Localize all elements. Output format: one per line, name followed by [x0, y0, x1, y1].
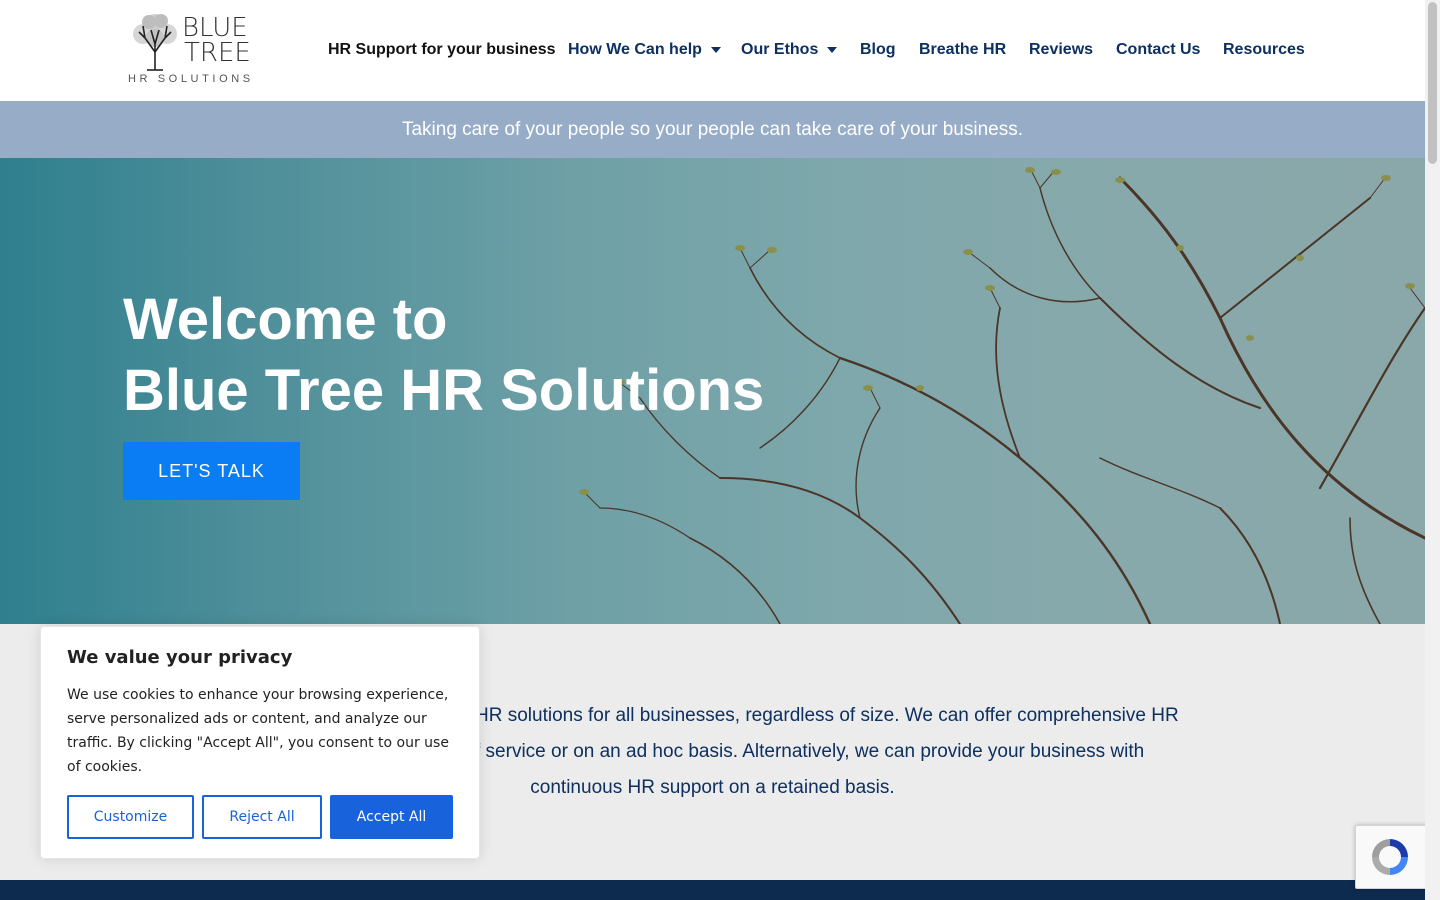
nav-reviews[interactable]: Reviews [1029, 38, 1093, 62]
hero-title-line2: Blue Tree HR Solutions [123, 358, 765, 423]
caret-down-icon [710, 46, 721, 53]
accept-all-button[interactable]: Accept All [330, 795, 453, 839]
recaptcha-badge[interactable] [1355, 825, 1436, 889]
nav-label: HR Support for your business [328, 41, 556, 58]
hero-title: Welcome to Blue Tree HR Solutions [123, 284, 764, 426]
nav-hr-support[interactable]: HR Support for your business [328, 38, 556, 62]
nav-breathe-hr[interactable]: Breathe HR [919, 38, 1006, 62]
nav-label: Resources [1223, 41, 1305, 58]
hero-title-line1: Welcome to [123, 287, 448, 352]
logo-subtitle: HR SOLUTIONS [128, 73, 254, 85]
page: BLUE TREE HR SOLUTIONS HR Support for yo… [0, 0, 1425, 900]
tagline-banner: Taking care of your people so your peopl… [0, 101, 1425, 158]
page-scrollbar[interactable] [1425, 0, 1440, 900]
nav-blog[interactable]: Blog [860, 38, 896, 62]
lets-talk-button[interactable]: LET'S TALK [123, 442, 300, 500]
nav-contact-us[interactable]: Contact Us [1116, 38, 1200, 62]
nav-label: How We Can help [568, 41, 702, 58]
scrollbar-thumb[interactable] [1428, 2, 1437, 164]
nav-our-ethos[interactable]: Our Ethos [741, 38, 838, 62]
nav-label: Our Ethos [741, 41, 819, 58]
caret-down-icon [827, 46, 838, 53]
recaptcha-icon [1372, 839, 1408, 875]
nav-label: Contact Us [1116, 41, 1201, 58]
hero-section: Welcome to Blue Tree HR Solutions LET'S … [0, 158, 1425, 624]
nav-resources[interactable]: Resources [1223, 38, 1305, 62]
footer-band [0, 880, 1425, 900]
logo-text-tree: TREE [184, 38, 251, 68]
site-header: BLUE TREE HR SOLUTIONS HR Support for yo… [0, 0, 1425, 102]
tree-logo-icon [133, 14, 177, 71]
nav-label: Breathe HR [919, 41, 1007, 58]
nav-label: Blog [860, 41, 896, 58]
reject-all-button[interactable]: Reject All [202, 795, 322, 839]
site-logo[interactable]: BLUE TREE HR SOLUTIONS [127, 12, 251, 88]
customize-button[interactable]: Customize [67, 795, 194, 839]
cookie-title: We value your privacy [67, 647, 293, 668]
cookie-body: We use cookies to enhance your browsing … [67, 687, 449, 775]
cookie-consent-banner: We value your privacy We use cookies to … [40, 626, 480, 859]
nav-label: Reviews [1029, 41, 1094, 58]
nav-how-we-can-help[interactable]: How We Can help [568, 38, 721, 62]
